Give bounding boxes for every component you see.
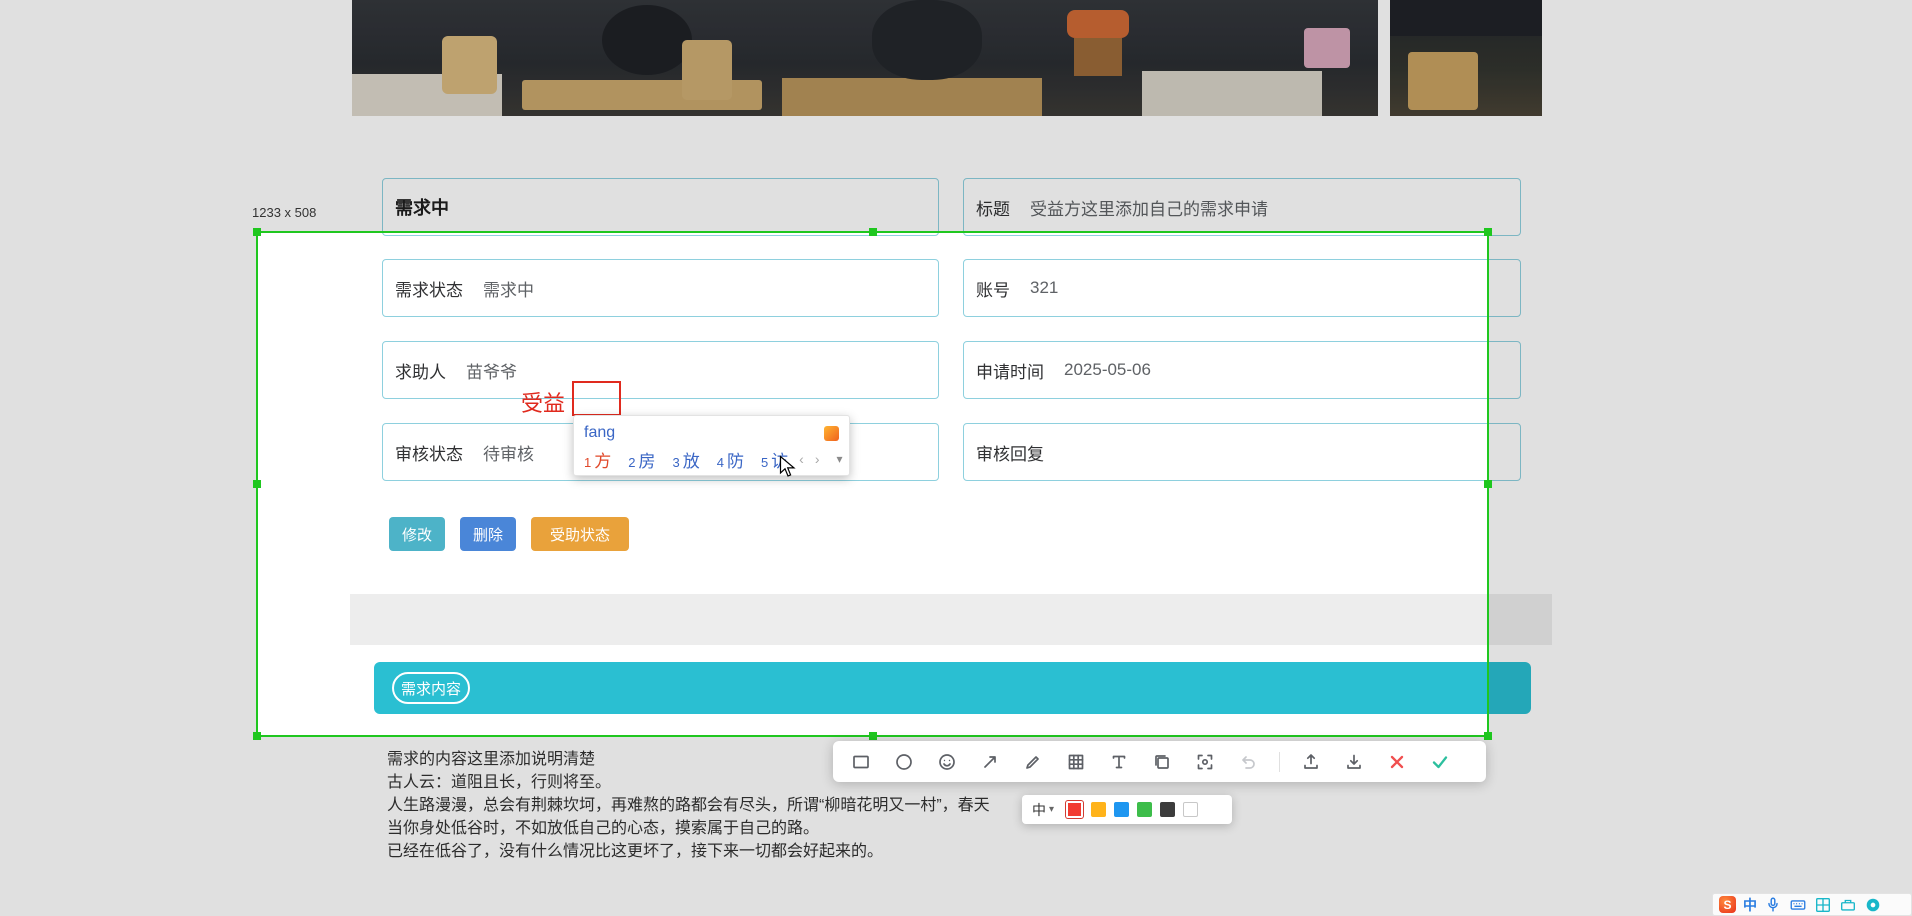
ime-candidate-3[interactable]: 3放	[672, 447, 699, 472]
ime-more-icon[interactable]: ▾	[837, 452, 843, 466]
download-button[interactable]	[1342, 750, 1366, 774]
dim-overlay-left	[0, 231, 256, 737]
share-button[interactable]	[1299, 750, 1323, 774]
field-request-title[interactable]: 标题 受益方这里添加自己的需求申请	[963, 178, 1521, 236]
sogou-logo-icon[interactable]: S	[1719, 896, 1736, 913]
rectangle-tool-button[interactable]	[849, 750, 873, 774]
mosaic-icon	[1065, 751, 1087, 773]
photo-stool-shape	[1067, 10, 1129, 38]
photo-shape	[682, 40, 732, 100]
text-tool-button[interactable]	[1107, 750, 1131, 774]
dim-overlay-right	[1489, 231, 1912, 737]
field-label: 标题	[976, 195, 1010, 220]
content-line: 已经在低谷了，没有什么情况比这更坏了，接下来一切都会好起来的。	[387, 840, 990, 863]
pen-tool-button[interactable]	[1021, 750, 1045, 774]
selection-handle-n[interactable]	[869, 228, 877, 236]
photo-shape	[782, 78, 1042, 116]
photo-shape	[602, 5, 692, 75]
photo-basket-shape	[1304, 28, 1350, 68]
ime-candidate-1[interactable]: 1方	[584, 447, 611, 472]
chevron-down-icon: ▾	[1049, 804, 1054, 815]
annotation-text[interactable]: 受益	[521, 386, 565, 418]
undo-button[interactable]	[1236, 750, 1260, 774]
color-swatch-red[interactable]	[1066, 801, 1083, 818]
text-icon	[1108, 751, 1130, 773]
ime-popup: fang 1方 2房 3放 4防 5访 ‹ › ▾	[573, 415, 850, 476]
color-swatch-yellow[interactable]	[1091, 802, 1106, 817]
screen: 需求内容 需求的内容这里添加说明清楚 古人云：道阻且长，行则将至。 人生路漫漫，…	[0, 0, 1912, 916]
ime-prev-page-icon[interactable]: ‹	[799, 451, 804, 467]
photo-shape	[872, 0, 982, 80]
selection-handle-se[interactable]	[1484, 732, 1492, 740]
field-title-value: 需求中	[395, 194, 449, 220]
selection-handle-nw[interactable]	[253, 228, 261, 236]
ime-skin-icon[interactable]	[824, 426, 839, 441]
ocr-tool-button[interactable]	[1193, 750, 1217, 774]
ellipse-icon	[893, 751, 915, 773]
style-toolbar: 中 ▾	[1022, 795, 1232, 824]
photo-thumbnail-right	[1390, 0, 1542, 116]
rectangle-icon	[850, 751, 872, 773]
ime-candidate-2[interactable]: 2房	[628, 447, 655, 472]
color-swatch-white[interactable]	[1183, 802, 1198, 817]
grid-icon[interactable]	[1814, 896, 1832, 914]
keyboard-icon[interactable]	[1789, 896, 1807, 914]
brush-size-label: 中	[1032, 800, 1046, 820]
copy-tool-button[interactable]	[1150, 750, 1174, 774]
field-value: 受益方这里添加自己的需求申请	[1030, 195, 1268, 220]
arrow-icon	[979, 751, 1001, 773]
photo-stool-legs-shape	[1074, 38, 1122, 76]
ime-status-bar: S 中	[1712, 893, 1912, 916]
capture-selection[interactable]	[256, 231, 1489, 737]
cancel-capture-button[interactable]	[1385, 750, 1409, 774]
globe-icon[interactable]	[1864, 896, 1882, 914]
ime-mode-indicator[interactable]: 中	[1743, 895, 1757, 915]
mosaic-tool-button[interactable]	[1064, 750, 1088, 774]
field-title-left[interactable]: 需求中	[382, 178, 939, 236]
download-icon	[1343, 751, 1365, 773]
arrow-tool-button[interactable]	[978, 750, 1002, 774]
ime-composition: fang	[584, 424, 615, 442]
copy-icon	[1151, 751, 1173, 773]
selection-handle-sw[interactable]	[253, 732, 261, 740]
photo-shape	[1390, 0, 1542, 36]
mic-icon[interactable]	[1764, 896, 1782, 914]
selection-handle-w[interactable]	[253, 480, 261, 488]
content-line: 当你身处低谷时，不如放低自己的心态，摸索属于自己的路。	[387, 817, 990, 840]
color-swatch-green[interactable]	[1137, 802, 1152, 817]
confirm-capture-button[interactable]	[1428, 750, 1452, 774]
close-icon	[1386, 751, 1408, 773]
emoji-tool-button[interactable]	[935, 750, 959, 774]
ellipse-tool-button[interactable]	[892, 750, 916, 774]
share-icon	[1300, 751, 1322, 773]
selection-handle-e[interactable]	[1484, 480, 1492, 488]
toolbar-separator	[1279, 752, 1280, 772]
ime-candidate-5[interactable]: 5访	[761, 447, 788, 472]
brush-size-select[interactable]: 中 ▾	[1032, 800, 1054, 820]
pen-icon	[1022, 751, 1044, 773]
selection-handle-ne[interactable]	[1484, 228, 1492, 236]
color-swatch-blue[interactable]	[1114, 802, 1129, 817]
capture-toolbar	[833, 741, 1486, 782]
emoji-icon	[936, 751, 958, 773]
capture-size-label: 1233 x 508	[252, 205, 316, 220]
undo-icon	[1237, 751, 1259, 773]
check-icon	[1429, 751, 1451, 773]
photo-shape	[1408, 52, 1478, 110]
color-swatch-black[interactable]	[1160, 802, 1175, 817]
photo-thumbnail-main	[352, 0, 1378, 116]
ocr-frame-icon	[1194, 751, 1216, 773]
content-line: 人生路漫漫，总会有荆棘坎坷，再难熬的路都会有尽头，所谓“柳暗花明又一村”，春天	[387, 794, 990, 817]
annotation-text-cursor-box[interactable]	[572, 381, 621, 416]
toolbox-icon[interactable]	[1839, 896, 1857, 914]
selection-handle-s[interactable]	[869, 732, 877, 740]
photo-shape	[1142, 71, 1322, 116]
photo-shape	[442, 36, 497, 94]
ime-next-page-icon[interactable]: ›	[815, 451, 820, 467]
ime-candidate-4[interactable]: 4防	[717, 447, 744, 472]
